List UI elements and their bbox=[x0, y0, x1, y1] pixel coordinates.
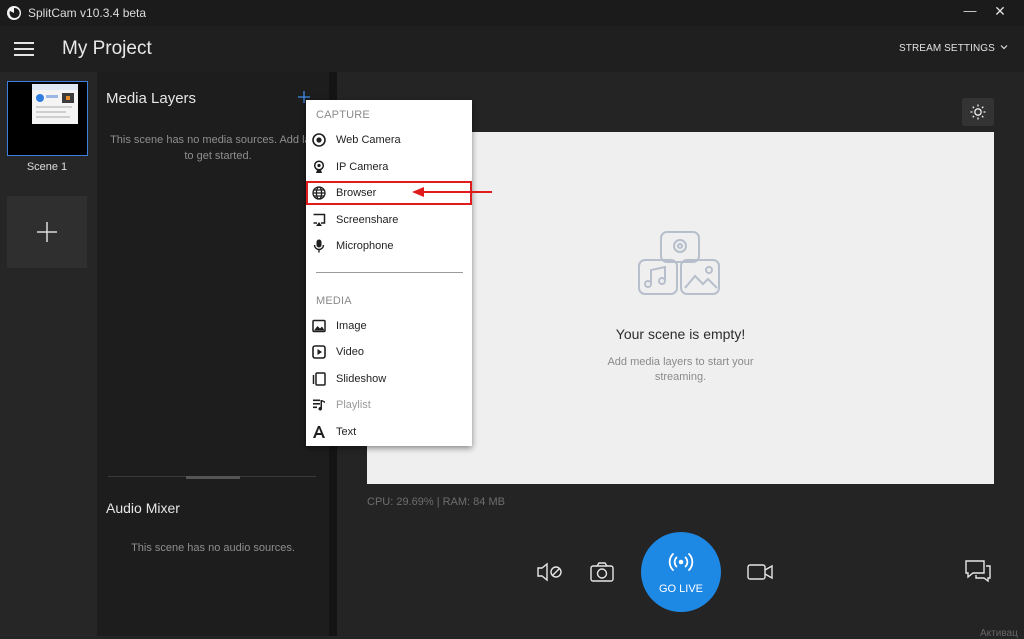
red-arrow-icon bbox=[412, 187, 492, 197]
playlist-icon bbox=[313, 399, 325, 411]
splitcam-logo-icon bbox=[7, 6, 21, 20]
video-icon bbox=[312, 345, 326, 359]
menu-item-video[interactable]: Video bbox=[306, 340, 472, 366]
close-window-button[interactable]: ✕ bbox=[988, 3, 1012, 23]
slideshow-icon bbox=[312, 372, 326, 386]
brightness-button[interactable] bbox=[962, 98, 994, 126]
chevron-down-icon[interactable] bbox=[998, 41, 1010, 53]
text-icon bbox=[313, 426, 325, 438]
menu-item-ip-camera[interactable]: IP Camera bbox=[306, 155, 472, 181]
menu-item-web-camera[interactable]: Web Camera bbox=[306, 128, 472, 154]
chat-icon[interactable] bbox=[962, 556, 994, 584]
title-bar: SplitCam v10.3.4 beta — ✕ bbox=[0, 0, 1024, 26]
scene-thumbnail[interactable] bbox=[7, 81, 88, 156]
menu-item-microphone[interactable]: Microphone bbox=[306, 234, 472, 260]
hamburger-menu-icon[interactable] bbox=[14, 42, 34, 56]
audio-mixer-title: Audio Mixer bbox=[106, 500, 180, 516]
resource-stats: CPU: 29.69% | RAM: 84 MB bbox=[367, 496, 505, 508]
activation-watermark: Активац bbox=[980, 628, 1018, 639]
empty-scene-media-icon bbox=[638, 231, 720, 295]
menu-item-slideshow[interactable]: Slideshow bbox=[306, 367, 472, 393]
add-layer-menu: CAPTURE Web Camera IP Camera Browser Scr… bbox=[306, 100, 472, 446]
mute-speaker-icon[interactable] bbox=[533, 558, 565, 586]
menu-separator bbox=[316, 272, 463, 273]
go-live-button[interactable]: GO LIVE bbox=[641, 532, 721, 612]
menu-item-image[interactable]: Image bbox=[306, 314, 472, 340]
image-icon bbox=[312, 319, 326, 333]
menu-item-text[interactable]: Text bbox=[306, 420, 472, 446]
go-live-label: GO LIVE bbox=[658, 583, 704, 595]
ip-camera-icon bbox=[313, 160, 325, 173]
sun-icon bbox=[970, 104, 986, 120]
scenes-sidebar bbox=[0, 72, 97, 636]
app-title: SplitCam v10.3.4 beta bbox=[28, 6, 147, 20]
scene-preview-image bbox=[32, 84, 78, 124]
menu-item-screenshare[interactable]: Screenshare bbox=[306, 208, 472, 234]
media-section-label: MEDIA bbox=[316, 295, 352, 307]
audio-mixer-empty-text: This scene has no audio sources. bbox=[131, 542, 295, 554]
splitter-grip[interactable] bbox=[186, 476, 240, 479]
capture-section-label: CAPTURE bbox=[316, 109, 370, 121]
scene-label: Scene 1 bbox=[26, 161, 68, 173]
minimize-button[interactable]: — bbox=[958, 3, 982, 23]
broadcast-icon bbox=[668, 553, 694, 571]
top-bar bbox=[0, 26, 1024, 72]
add-scene-button[interactable] bbox=[7, 196, 87, 268]
layers-empty-text: This scene has no media sources. Add lay… bbox=[110, 134, 326, 162]
plus-icon bbox=[37, 222, 57, 242]
menu-item-playlist: Playlist bbox=[306, 393, 472, 419]
media-layers-title: Media Layers bbox=[106, 90, 197, 107]
microphone-icon bbox=[313, 239, 325, 253]
screenshare-icon bbox=[313, 213, 326, 226]
webcam-icon bbox=[312, 133, 326, 147]
project-title[interactable]: My Project bbox=[62, 38, 152, 60]
stream-settings-button[interactable]: STREAM SETTINGS bbox=[899, 43, 995, 54]
empty-scene-subtitle: Add media layers to start your streaming… bbox=[607, 356, 754, 383]
video-camera-icon[interactable] bbox=[744, 558, 776, 586]
camera-snapshot-icon[interactable] bbox=[586, 558, 618, 586]
